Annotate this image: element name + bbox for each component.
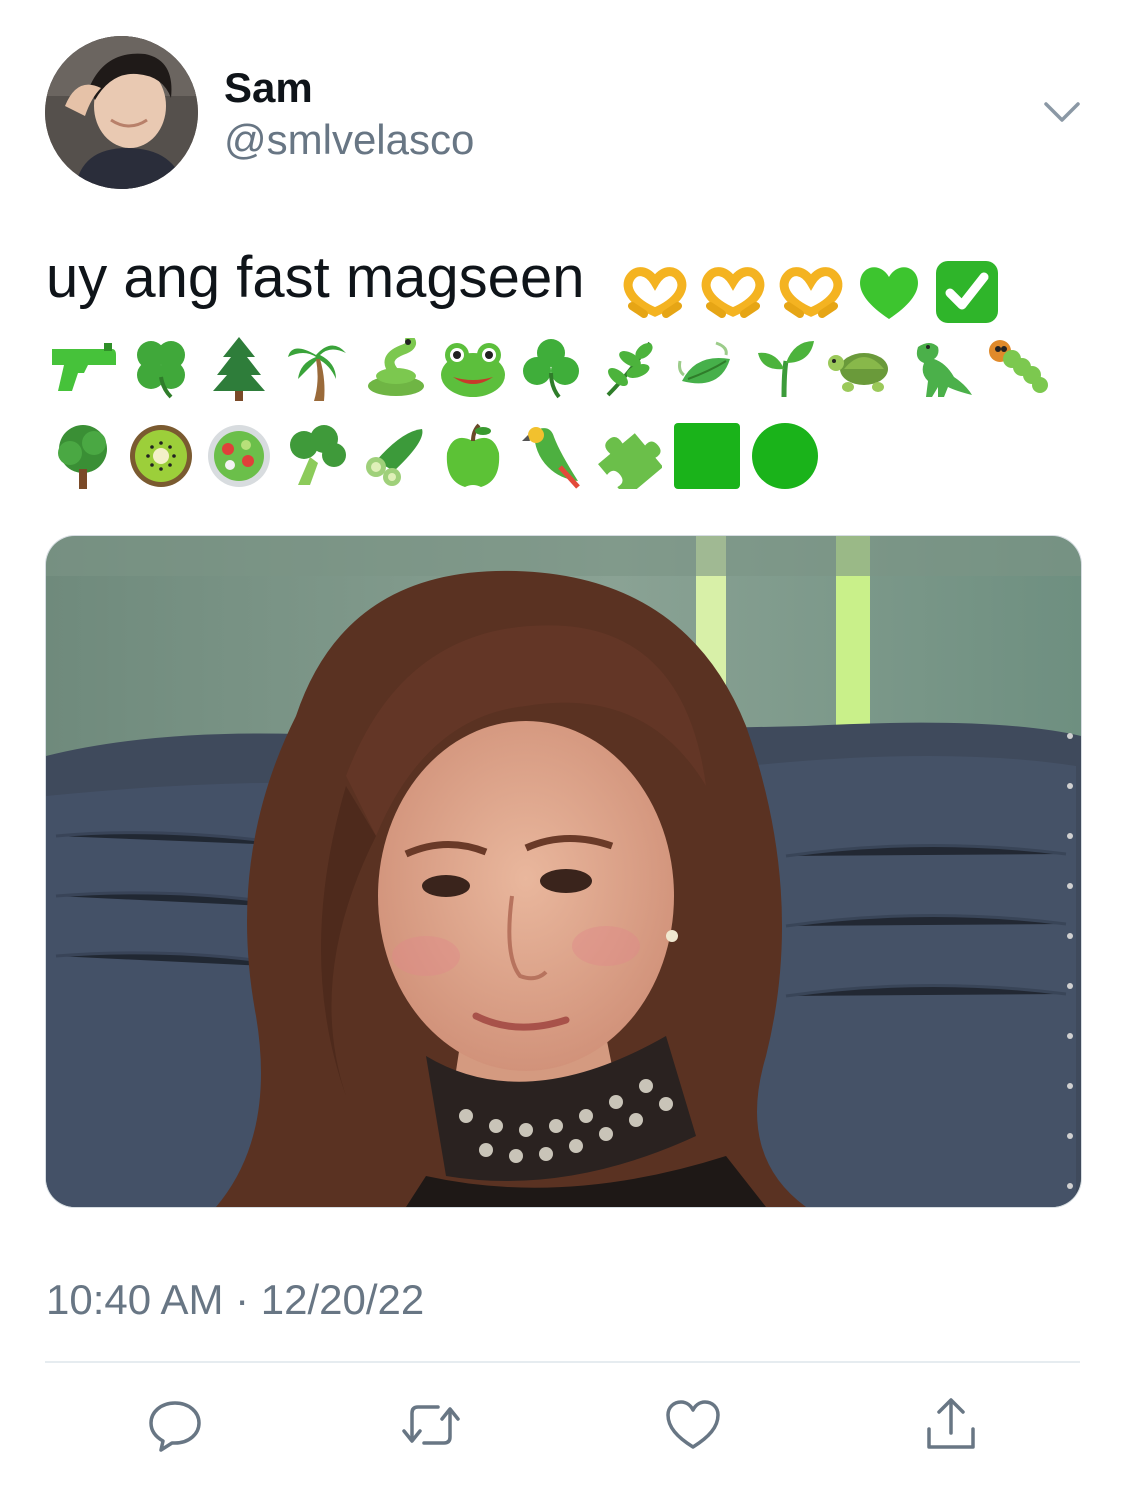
display-name[interactable]: Sam [224, 64, 313, 112]
tweet-detail: Sam @smlvelasco uy ang fast magseen 10:4… [0, 0, 1125, 1495]
tweet-timestamp[interactable]: 10:40 AM · 12/20/22 [46, 1274, 424, 1326]
leaf-fluttering-icon [668, 333, 746, 403]
bug-icon [980, 333, 1058, 403]
retweet-button[interactable] [398, 1394, 464, 1460]
like-button[interactable] [660, 1394, 726, 1460]
emoji-line-1 [616, 254, 1006, 330]
tweet-photo[interactable] [45, 535, 1082, 1208]
avatar[interactable] [45, 36, 198, 189]
evergreen-tree-icon [200, 333, 278, 403]
snake-icon [356, 333, 434, 403]
puzzle-piece-icon [590, 421, 668, 491]
palm-tree-icon [278, 333, 356, 403]
shamrock-icon [512, 333, 590, 403]
frog-icon [434, 333, 512, 403]
share-icon [921, 1395, 981, 1460]
green-circle-icon [746, 421, 824, 491]
green-apple-icon [434, 421, 512, 491]
t-rex-icon [902, 333, 980, 403]
seedling-icon [746, 333, 824, 403]
water-pistol-icon [44, 333, 122, 403]
deciduous-tree-icon [44, 421, 122, 491]
parrot-icon [512, 421, 590, 491]
heart-hands-icon [616, 257, 694, 327]
green-heart-icon [850, 257, 928, 327]
heart-hands-icon [694, 257, 772, 327]
kiwi-icon [122, 421, 200, 491]
broccoli-icon [278, 421, 356, 491]
like-icon [663, 1395, 723, 1460]
divider [45, 1361, 1080, 1363]
turtle-icon [824, 333, 902, 403]
green-square-icon [668, 421, 746, 491]
herb-icon [590, 333, 668, 403]
emoji-line-3 [44, 418, 824, 494]
salad-icon [200, 421, 278, 491]
check-mark-button-icon [928, 257, 1006, 327]
reply-button[interactable] [142, 1394, 208, 1460]
four-leaf-clover-icon [122, 333, 200, 403]
chevron-down-icon[interactable] [1040, 94, 1084, 130]
user-handle[interactable]: @smlvelasco [224, 116, 474, 164]
share-button[interactable] [918, 1394, 984, 1460]
emoji-line-2 [44, 330, 1058, 406]
retweet-icon [398, 1395, 464, 1460]
cucumber-icon [356, 421, 434, 491]
reply-icon [145, 1395, 205, 1460]
heart-hands-icon [772, 257, 850, 327]
